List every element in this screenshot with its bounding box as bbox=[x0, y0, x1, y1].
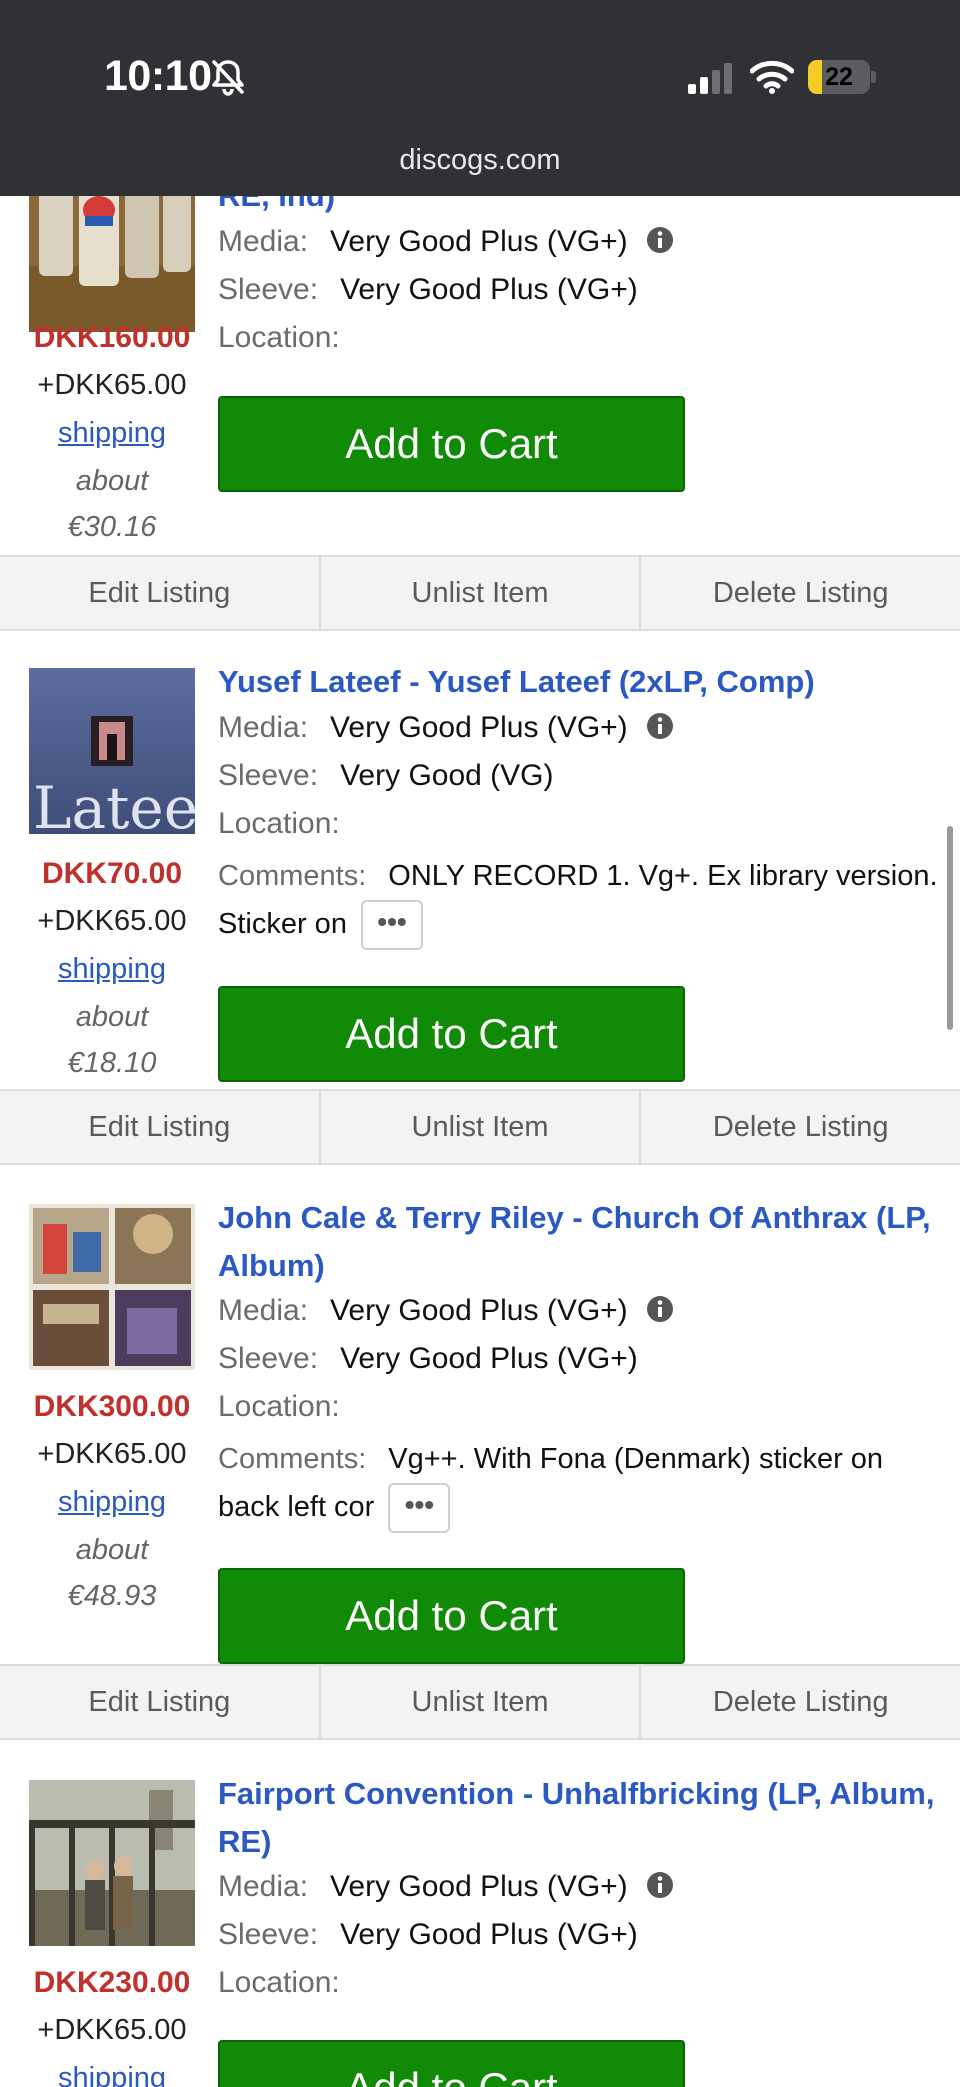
edit-listing-button[interactable]: Edit Listing bbox=[0, 1091, 321, 1163]
listing-price: DKK300.00 bbox=[33, 1390, 191, 1423]
status-time: 10:10 bbox=[104, 52, 212, 100]
edit-listing-button[interactable]: Edit Listing bbox=[0, 1666, 321, 1738]
listing-title[interactable]: Yusef Lateef - Yusef Lateef (2xLP, Comp) bbox=[218, 658, 948, 706]
add-to-cart-button[interactable]: Add to Cart bbox=[218, 1568, 685, 1664]
shipping-cost: +DKK65.00 bbox=[37, 2014, 187, 2046]
listings-list: RE, Ind) Media:Very Good Plus (VG+) Slee… bbox=[0, 196, 960, 2087]
comments: Comments: ONLY RECORD 1. Vg+. Ex library … bbox=[218, 852, 948, 951]
converted-price: €18.10 bbox=[67, 1047, 157, 1079]
unlist-item-button[interactable]: Unlist Item bbox=[321, 1091, 642, 1163]
comments: Comments: Vg++. With Fona (Denmark) stick… bbox=[218, 1435, 948, 1534]
media-condition: Media: Very Good Plus (VG+) bbox=[218, 225, 674, 259]
info-icon[interactable] bbox=[646, 1871, 674, 1899]
battery-icon: 22 bbox=[808, 60, 876, 94]
unlist-item-button[interactable]: Unlist Item bbox=[321, 557, 642, 629]
record-cover-thumbnail[interactable]: Lateef bbox=[29, 668, 195, 834]
expand-comment-button[interactable]: ••• bbox=[361, 900, 424, 951]
delete-listing-button[interactable]: Delete Listing bbox=[641, 1666, 960, 1738]
listing-actions-bar: Edit Listing Unlist Item Delete Listing bbox=[0, 555, 960, 631]
listing-price: DKK160.00 bbox=[33, 321, 191, 354]
listing-actions-bar: Edit Listing Unlist Item Delete Listing bbox=[0, 1664, 960, 1740]
wifi-icon bbox=[750, 60, 794, 94]
sleeve-condition: Sleeve: Very Good Plus (VG+) bbox=[218, 273, 638, 306]
shipping-link[interactable]: shipping bbox=[0, 1486, 224, 1519]
listing-title[interactable]: RE, Ind) bbox=[218, 196, 948, 220]
listing-price: DKK70.00 bbox=[41, 857, 183, 890]
about-label: about bbox=[75, 1534, 149, 1566]
location: Location: bbox=[218, 1390, 340, 1423]
converted-price: €48.93 bbox=[67, 1580, 157, 1612]
sleeve-condition: Sleeve: Very Good (VG) bbox=[218, 759, 554, 792]
battery-level: 22 bbox=[825, 63, 853, 91]
info-icon[interactable] bbox=[646, 226, 674, 254]
shipping-cost: +DKK65.00 bbox=[37, 905, 187, 937]
unlist-item-button[interactable]: Unlist Item bbox=[321, 1666, 642, 1738]
location: Location: bbox=[218, 1966, 340, 1999]
scrollbar-indicator[interactable] bbox=[947, 826, 953, 1030]
listing-title[interactable]: John Cale & Terry Riley - Church Of Anth… bbox=[218, 1194, 948, 1290]
add-to-cart-button[interactable]: Add to Cart bbox=[218, 396, 685, 492]
about-label: about bbox=[75, 1001, 149, 1033]
address-bar-url[interactable]: discogs.com bbox=[0, 144, 960, 177]
listing-title[interactable]: Fairport Convention - Unhalfbricking (LP… bbox=[218, 1770, 948, 1866]
shipping-cost: +DKK65.00 bbox=[37, 369, 187, 401]
record-cover-thumbnail[interactable] bbox=[29, 1204, 195, 1370]
expand-comment-button[interactable]: ••• bbox=[388, 1483, 451, 1534]
cover-text: Lateef bbox=[33, 774, 195, 834]
shipping-link[interactable]: shipping bbox=[0, 2062, 224, 2087]
shipping-cost: +DKK65.00 bbox=[37, 1438, 187, 1470]
delete-listing-button[interactable]: Delete Listing bbox=[641, 1091, 960, 1163]
sleeve-condition: Sleeve: Very Good Plus (VG+) bbox=[218, 1918, 638, 1951]
shipping-link[interactable]: shipping bbox=[0, 417, 224, 450]
status-bar: 10:10 22 discogs.com bbox=[0, 0, 960, 196]
location: Location: bbox=[218, 321, 340, 354]
shipping-link[interactable]: shipping bbox=[0, 953, 224, 986]
edit-listing-button[interactable]: Edit Listing bbox=[0, 557, 321, 629]
converted-price: €30.16 bbox=[67, 511, 157, 543]
media-condition: Media: Very Good Plus (VG+) bbox=[218, 1870, 674, 1904]
cellular-signal-icon bbox=[688, 63, 732, 94]
add-to-cart-button[interactable]: Add to Cart bbox=[218, 986, 685, 1082]
info-icon[interactable] bbox=[646, 1295, 674, 1323]
silent-bell-icon bbox=[212, 60, 244, 96]
add-to-cart-button[interactable]: Add to Cart bbox=[218, 2040, 685, 2087]
listing-price: DKK230.00 bbox=[33, 1966, 191, 1999]
listing-actions-bar: Edit Listing Unlist Item Delete Listing bbox=[0, 1089, 960, 1165]
about-label: about bbox=[75, 465, 149, 497]
delete-listing-button[interactable]: Delete Listing bbox=[641, 557, 960, 629]
media-condition: Media: Very Good Plus (VG+) bbox=[218, 1294, 674, 1328]
record-cover-thumbnail[interactable] bbox=[29, 196, 195, 332]
media-condition: Media: Very Good Plus (VG+) bbox=[218, 711, 674, 745]
info-icon[interactable] bbox=[646, 712, 674, 740]
location: Location: bbox=[218, 807, 340, 840]
sleeve-condition: Sleeve: Very Good Plus (VG+) bbox=[218, 1342, 638, 1375]
record-cover-thumbnail[interactable] bbox=[29, 1780, 195, 1946]
